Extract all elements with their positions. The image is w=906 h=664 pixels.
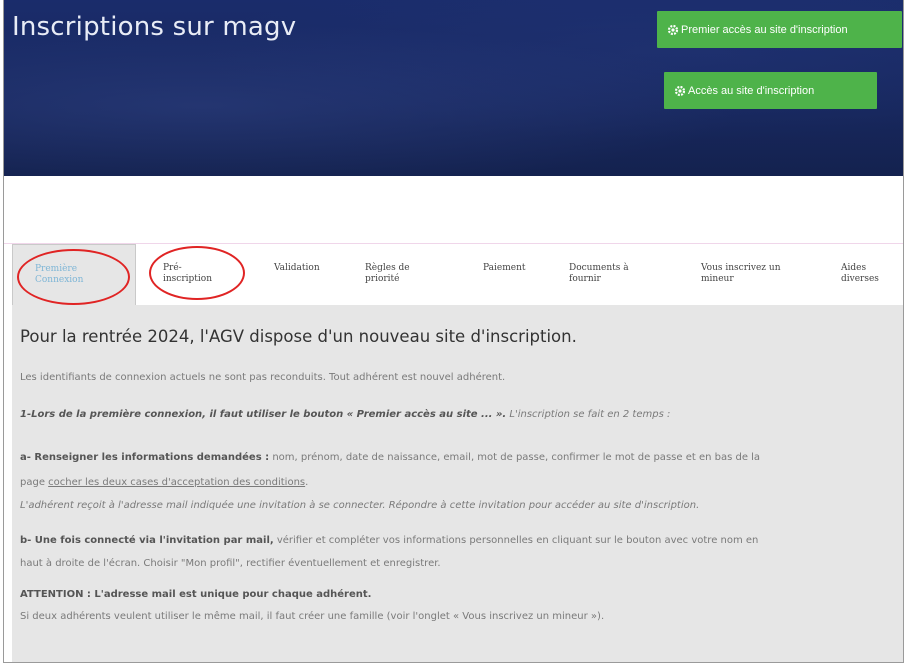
text: page [20, 477, 49, 488]
emphasis: a- Renseigner les informations demandées… [20, 452, 270, 463]
tab-bar: Première Connexion Pré- inscription Vali… [12, 244, 903, 306]
paragraph-famille: Si deux adhérents veulent utiliser le mê… [20, 611, 605, 622]
paragraph-identifiants: Les identifiants de connexion actuels ne… [20, 372, 506, 383]
access-button-label: Accès au site d'inscription [688, 84, 815, 97]
text: . [305, 477, 309, 488]
text: vérifier et compléter vos informations p… [273, 535, 759, 546]
page-frame: Inscriptions sur magv Premier accès au s… [3, 0, 904, 663]
emphasis: 1-Lors de la première connexion, il faut… [20, 409, 507, 420]
tab-regles-priorite[interactable]: Règles de priorité [365, 244, 455, 302]
tab-content: Pour la rentrée 2024, l'AGV dispose d'un… [12, 305, 903, 662]
tab-aides[interactable]: Aides diverses [841, 244, 901, 302]
tab-label-line2: diverses [841, 274, 879, 284]
text: L'inscription se fait en 2 temps : [506, 409, 671, 420]
annotation-circle [149, 246, 245, 300]
tab-label-line1: Aides [841, 263, 867, 273]
emphasis: ATTENTION : L'adresse mail est unique po… [20, 589, 372, 600]
gear-icon [667, 24, 679, 35]
paragraph-step-b-line2: haut à droite de l'écran. Choisir "Mon p… [20, 558, 441, 569]
first-access-button-label: Premier accès au site d'inscription [681, 23, 848, 36]
tab-inscrire-mineur[interactable]: Vous inscrivez un mineur [701, 244, 821, 302]
paragraph-step-a-line2: page cocher les deux cases d'acceptation… [20, 477, 308, 488]
tab-label-line1: Paiement [483, 263, 526, 273]
page-title: Inscriptions sur magv [12, 12, 297, 42]
access-button[interactable]: Accès au site d'inscription [664, 72, 877, 109]
content-heading: Pour la rentrée 2024, l'AGV dispose d'un… [20, 327, 577, 346]
header-banner: Inscriptions sur magv Premier accès au s… [4, 0, 903, 176]
tab-label-line1: Documents à [569, 263, 629, 273]
tab-paiement[interactable]: Paiement [483, 244, 563, 302]
paragraph-attention: ATTENTION : L'adresse mail est unique po… [20, 589, 371, 600]
tab-label-line1: Vous inscrivez un [701, 263, 781, 273]
conditions-link[interactable]: cocher les deux cases d'acceptation des … [48, 477, 305, 488]
paragraph-step-a: a- Renseigner les informations demandées… [20, 452, 760, 463]
emphasis: b- Une fois connecté via l'invitation pa… [20, 535, 274, 546]
tab-label-line2: priorité [365, 274, 400, 284]
tab-label-line2: mineur [701, 274, 734, 284]
tab-label-line2: fournir [569, 274, 601, 284]
tab-label-line1: Validation [274, 263, 320, 273]
first-access-button[interactable]: Premier accès au site d'inscription [657, 11, 902, 48]
paragraph-step-b: b- Une fois connecté via l'invitation pa… [20, 535, 758, 546]
paragraph-invitation: L'adhérent reçoit à l'adresse mail indiq… [20, 500, 700, 511]
paragraph-premiere-connexion: 1-Lors de la première connexion, il faut… [20, 409, 670, 420]
tab-validation[interactable]: Validation [274, 244, 354, 302]
tab-documents[interactable]: Documents à fournir [569, 244, 669, 302]
gear-icon [674, 85, 686, 96]
annotation-circle [17, 249, 130, 305]
tab-label-line1: Règles de [365, 263, 410, 273]
text: nom, prénom, date de naissance, email, m… [269, 452, 761, 463]
